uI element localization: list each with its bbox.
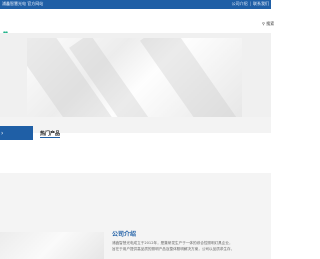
banner-stripe: [140, 38, 242, 117]
top-link-about[interactable]: 公司介绍: [232, 1, 248, 6]
search-icon: ⚲: [262, 21, 265, 26]
banner-image: [27, 38, 242, 117]
top-link-contact[interactable]: 联系我们: [253, 1, 269, 6]
search-label: 搜索: [266, 21, 275, 26]
top-bar: 浦鑫智慧光电 官方网站 公司介绍 | 联系我们: [0, 0, 271, 9]
about-text-line: 旨在于用户提供高品质的照明产品及整体照明解决方案，公司以品质求生存，: [112, 247, 235, 251]
chevron-right-icon: ›: [1, 130, 4, 137]
header: 慧: [0, 9, 271, 38]
products-tab[interactable]: ›: [0, 126, 33, 140]
about-text: 浦鑫智慧光电成立于2012年，是集研发生产于一体的综合性照明灯具企业， 旨在于用…: [112, 240, 271, 252]
about-image: [0, 232, 104, 259]
site-tagline: 浦鑫智慧光电 官方网站: [2, 1, 44, 6]
title-underline: [40, 137, 60, 138]
products-section: [0, 133, 271, 173]
top-link-separator: |: [249, 1, 251, 6]
top-links: 公司介绍 | 联系我们: [232, 1, 269, 7]
nav-search[interactable]: ⚲ 搜索: [262, 21, 274, 27]
hot-products-title: 热门产品: [40, 131, 61, 137]
about-title: 公司介绍: [112, 231, 137, 238]
